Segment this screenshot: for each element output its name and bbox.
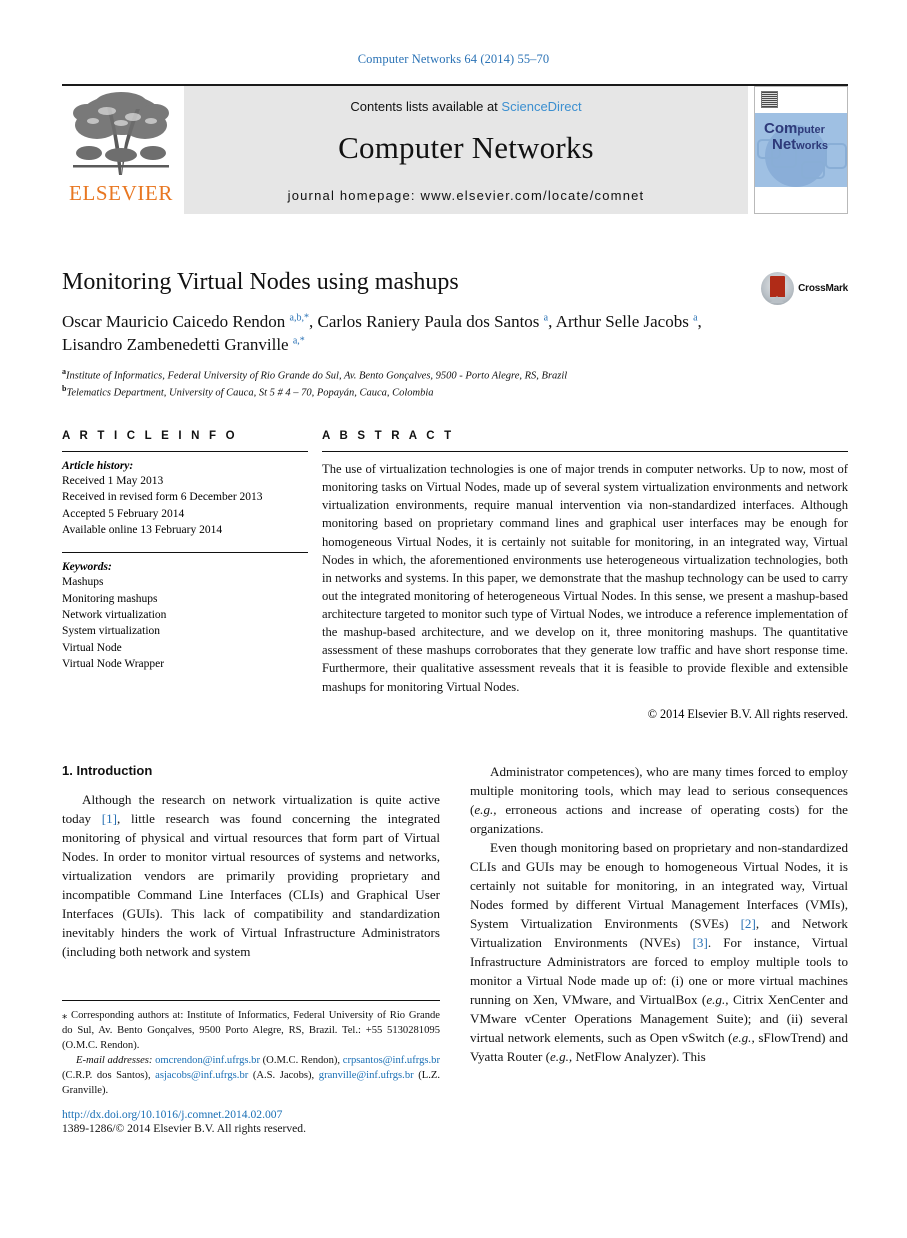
abstract-rule: The use of virtualization technologies i… <box>322 451 848 722</box>
abstract-copyright: © 2014 Elsevier B.V. All rights reserved… <box>647 706 848 721</box>
keywords-block: Keywords: Mashups Monitoring mashups Net… <box>62 552 308 672</box>
article-info-heading: A R T I C L E I N F O <box>62 430 238 442</box>
cover-line1-bold: Com <box>764 120 798 137</box>
abstract-text: The use of virtualization technologies i… <box>322 462 848 694</box>
keyword-item: Network virtualization <box>62 608 167 621</box>
affiliation-text: Institute of Informatics, Federal Univer… <box>66 370 568 382</box>
crossmark-icon <box>761 272 795 305</box>
sciencedirect-link[interactable]: ScienceDirect <box>501 99 581 114</box>
masthead-center: Contents lists available at ScienceDirec… <box>184 86 748 214</box>
history-item: Received 1 May 2013 <box>62 475 164 487</box>
body-paragraph: Although the research on network virtual… <box>62 792 440 959</box>
email-addresses-note: E-mail addresses: omcrendon@inf.ufrgs.br… <box>62 1053 440 1098</box>
abstract-heading: A B S T R A C T <box>322 430 455 442</box>
keywords-label: Keywords: <box>62 561 112 574</box>
email-label: E-mail addresses: <box>76 1055 153 1067</box>
cover-top-strip <box>755 87 847 113</box>
doi-block: http://dx.doi.org/10.1016/j.comnet.2014.… <box>62 1108 440 1135</box>
journal-title: Computer Networks <box>338 130 594 165</box>
elsevier-logo: ELSEVIER <box>62 86 180 214</box>
affiliation-item: aInstitute of Informatics, Federal Unive… <box>62 367 848 384</box>
abstract-column: A B S T R A C T The use of virtualizatio… <box>322 430 848 722</box>
cover-square-4 <box>825 143 847 169</box>
history-item: Received in revised form 6 December 2013 <box>62 491 263 504</box>
crossmark-label: CrossMark <box>798 283 848 294</box>
paper-page: Computer Networks 64 (2014) 55–70 ELSEVI… <box>0 0 907 1238</box>
issn-copyright-line: 1389-1286/© 2014 Elsevier B.V. All right… <box>62 1122 306 1135</box>
keyword-item: Mashups <box>62 576 104 589</box>
crossmark-badge[interactable]: CrossMark <box>761 272 848 305</box>
article-history-label: Article history: <box>62 460 134 472</box>
cover-art-band: Computer Networks <box>755 113 847 187</box>
cover-line2-rest: works <box>796 139 828 152</box>
email-owner: (O.M.C. Rendon), <box>262 1055 341 1067</box>
email-link[interactable]: granville@inf.ufrgs.br <box>319 1070 414 1081</box>
citation-ref[interactable]: [3] <box>693 935 708 950</box>
cover-bottom-strip <box>755 187 847 209</box>
journal-homepage-link[interactable]: journal homepage: www.elsevier.com/locat… <box>184 188 748 203</box>
email-owner: (A.S. Jacobs), <box>252 1070 315 1082</box>
affiliation-list: aInstitute of Informatics, Federal Unive… <box>62 367 848 401</box>
page-title: Monitoring Virtual Nodes using mashups <box>62 269 459 295</box>
title-block: CrossMark Monitoring Virtual Nodes using… <box>62 268 848 400</box>
body-paragraph: Even though monitoring based on propriet… <box>470 839 849 1064</box>
history-item: Accepted 5 February 2014 <box>62 507 185 520</box>
corresponding-author-note: ⁎ Corresponding authors at: Institute of… <box>62 1008 440 1053</box>
keyword-item: Virtual Node Wrapper <box>62 657 165 670</box>
doi-link[interactable]: http://dx.doi.org/10.1016/j.comnet.2014.… <box>62 1108 440 1121</box>
footnote-block: ⁎ Corresponding authors at: Institute of… <box>62 1000 440 1098</box>
running-head: Computer Networks 64 (2014) 55–70 <box>357 52 550 66</box>
keyword-item: System virtualization <box>62 625 161 638</box>
cover-title-text: Computer Networks <box>764 121 828 153</box>
email-link[interactable]: omcrendon@inf.ufrgs.br <box>155 1055 260 1066</box>
cover-square-3 <box>801 161 825 179</box>
history-item: Available online 13 February 2014 <box>62 523 223 536</box>
journal-masthead: ELSEVIER Contents lists available at Sci… <box>62 84 848 214</box>
affiliation-item: bTelematics Department, University of Ca… <box>62 384 848 401</box>
cover-stamp-icon <box>761 91 778 108</box>
email-link[interactable]: asjacobs@inf.ufrgs.br <box>155 1070 248 1081</box>
elsevier-tree-icon <box>67 89 175 181</box>
footnote-star-marker: ⁎ <box>62 1010 72 1021</box>
affiliation-text: Telematics Department, University of Cau… <box>66 387 434 399</box>
section-title-introduction: 1. Introduction <box>62 763 153 778</box>
cover-line1-rest: puter <box>797 124 825 136</box>
contents-available-line: Contents lists available at ScienceDirec… <box>184 86 748 114</box>
keyword-item: Virtual Node <box>62 641 122 654</box>
email-owner: (C.R.P. dos Santos), <box>62 1070 151 1082</box>
contents-prefix: Contents lists available at <box>350 99 498 114</box>
article-history-block: Article history: Received 1 May 2013 Rec… <box>62 451 308 538</box>
corresponding-author-text: Corresponding authors at: Institute of I… <box>62 1010 441 1052</box>
elsevier-wordmark: ELSEVIER <box>69 181 173 205</box>
info-abstract-region: A R T I C L E I N F O Article history: R… <box>62 430 848 722</box>
email-link[interactable]: crpsantos@inf.ufrgs.br <box>343 1055 440 1066</box>
body-column-right: Administrator competences), who are many… <box>470 763 848 1067</box>
author-list: Oscar Mauricio Caicedo Rendon a,b,*, Car… <box>62 312 702 355</box>
journal-cover-thumbnail[interactable]: Computer Networks <box>754 86 848 214</box>
citation-ref[interactable]: [1] <box>102 811 117 826</box>
body-paragraph: Administrator competences), who are many… <box>470 764 848 836</box>
article-info-column: A R T I C L E I N F O Article history: R… <box>62 430 308 722</box>
cover-line2-bold: Net <box>772 135 797 153</box>
citation-ref[interactable]: [2] <box>741 916 756 931</box>
keyword-item: Monitoring mashups <box>62 592 158 605</box>
